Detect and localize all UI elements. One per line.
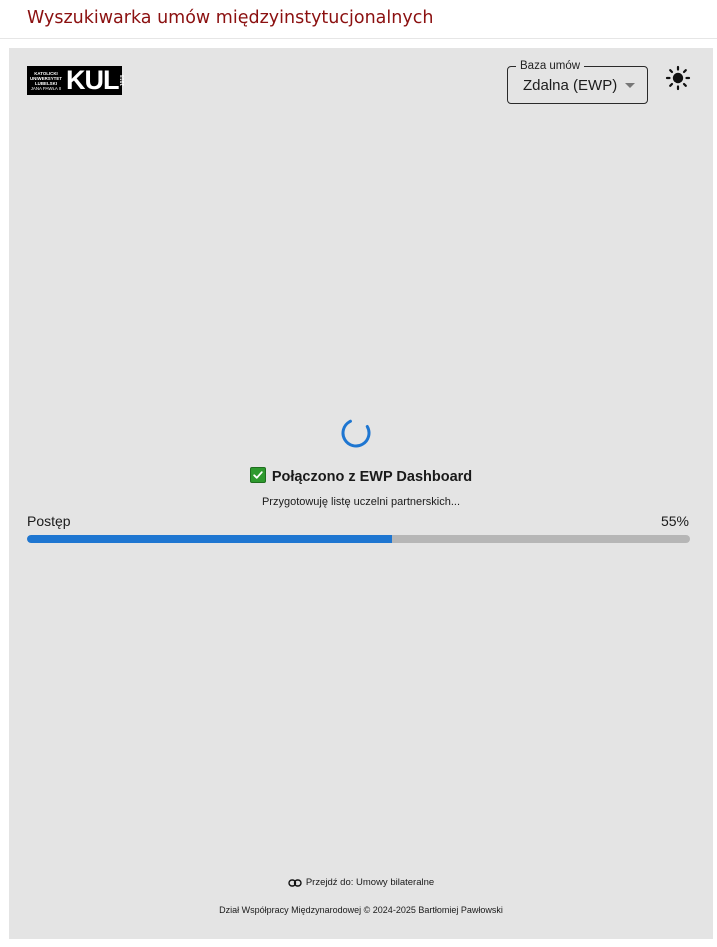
database-select-value: Zdalna (EWP)	[523, 77, 618, 94]
link-icon	[288, 879, 302, 887]
app-title: Wyszukiwarka umów międzyinstytucjonalnyc…	[27, 8, 434, 28]
logo-line: JANA PAWŁA II	[30, 85, 62, 91]
logo-text-block: KATOLICKI UNIWERSYTET LUBELSKI JANA PAWŁ…	[30, 71, 62, 91]
logo-side-text: 1918	[120, 74, 127, 87]
logo-line: UNIWERSYTET	[30, 75, 62, 81]
check-icon	[249, 467, 266, 483]
footer-link[interactable]: Przejdź do: Umowy bilateralne	[9, 877, 713, 888]
progress-value: 55%	[660, 513, 689, 529]
loading-substatus: Przygotowuję listę uczelni partnerskich.…	[261, 496, 461, 508]
database-select-legend: Baza umów	[516, 59, 585, 73]
connection-status-text: Połączono z EWP Dashboard	[271, 469, 473, 485]
loading-spinner	[341, 418, 371, 448]
university-logo[interactable]: KATOLICKI UNIWERSYTET LUBELSKI JANA PAWŁ…	[27, 65, 126, 95]
footer-link-text[interactable]: Przejdź do: Umowy bilateralne	[306, 877, 434, 888]
progress-bar-fill	[27, 535, 392, 543]
progress-bar	[27, 535, 690, 543]
theme-toggle-button[interactable]	[665, 65, 691, 91]
progress-label: Postęp	[27, 513, 71, 529]
main-panel: KATOLICKI UNIWERSYTET LUBELSKI JANA PAWŁ…	[9, 48, 713, 939]
footer-credit: Dział Współpracy Międzynarodowej © 2024-…	[219, 905, 503, 915]
logo-line: KATOLICKI	[34, 70, 58, 76]
connection-status: Połączono z EWP Dashboard	[9, 467, 713, 485]
sun-icon	[665, 65, 691, 91]
chevron-down-icon	[625, 83, 635, 88]
top-bar: Wyszukiwarka umów międzyinstytucjonalnyc…	[0, 0, 717, 39]
logo-mark: KUL	[65, 65, 119, 95]
database-select[interactable]: Baza umów Zdalna (EWP)	[507, 59, 648, 104]
